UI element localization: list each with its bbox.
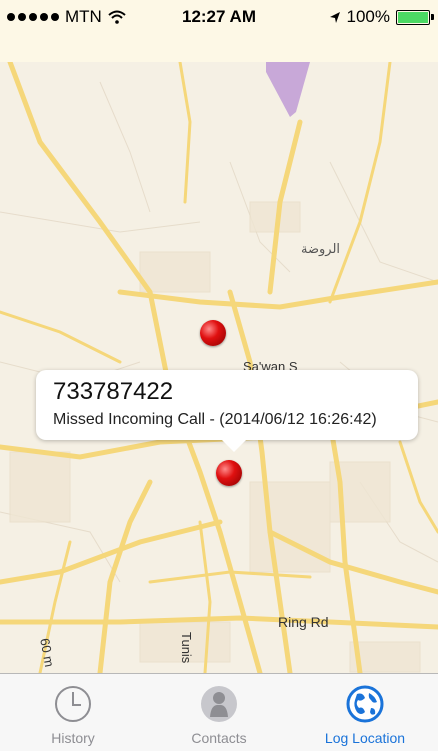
callout-call-detail: Missed Incoming Call - (2014/06/12 16:26… [53,411,377,428]
map-pin-head [200,320,226,346]
battery-percent: 100% [346,7,390,26]
map-label-tunis: Tunis [179,632,194,664]
tab-contacts-label: Contacts [191,730,247,746]
navigation-bar [0,34,438,62]
tab-log-location-label: Log Location [324,730,406,746]
map-view[interactable]: الروضة Sa'wan S Ring Rd Tunis 60 m 73378… [0,62,438,673]
battery-icon [396,9,434,25]
map-label-district: الروضة [301,242,341,257]
globe-icon [346,685,384,723]
callout-phone-number: 733787422 [53,378,174,405]
battery-group: 100% [329,7,434,27]
map-roads [0,62,438,673]
tab-contacts[interactable]: Contacts [146,674,292,751]
map-pin-head [216,460,242,486]
map-pin-icon[interactable] [200,320,226,360]
status-bar: MTN 12:27 AM 100% [0,0,438,34]
tab-log-location[interactable]: Log Location [292,674,438,751]
clock-icon [55,686,91,722]
tab-bar: History Contacts Log Location [0,673,438,751]
map-label-ring-road: Ring Rd [278,614,329,630]
tab-history[interactable]: History [0,674,146,751]
person-icon [201,686,237,722]
map-pin-icon[interactable] [216,460,242,500]
location-callout[interactable]: 733787422 Missed Incoming Call - (2014/0… [36,370,418,452]
tab-history-label: History [51,730,95,746]
location-arrow-icon [329,11,340,23]
